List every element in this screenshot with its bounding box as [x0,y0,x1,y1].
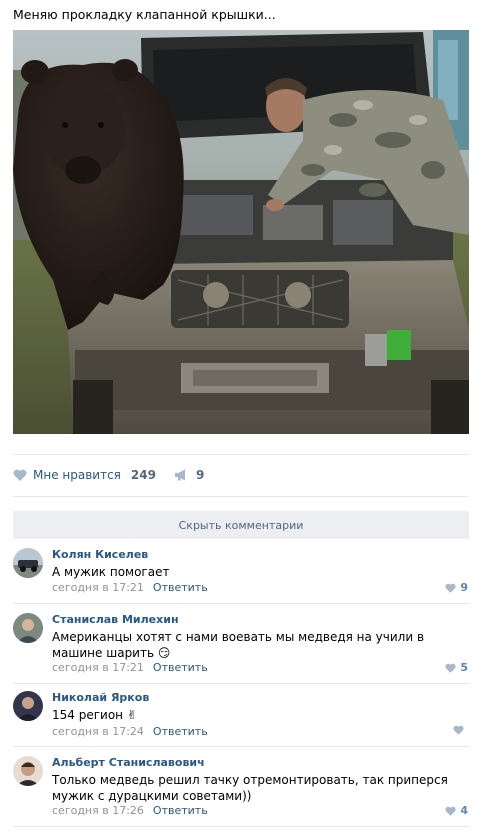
comment-meta: сегодня в 17:21 Ответить [52,581,208,594]
share-button[interactable]: 9 [174,468,204,482]
avatar-person-image [13,613,43,643]
photo-bear-mechanic-image [13,30,469,434]
smirk-emoji-icon: 😏 [157,646,171,660]
comment-author[interactable]: Альберт Станиславович [52,756,205,769]
hide-comments-button[interactable]: Скрыть комментарии [13,511,469,539]
comment-time: сегодня в 17:21 [52,581,144,594]
comment-item: Станислав Милехин Американцы хотят с нам… [13,613,469,683]
like-label: Мне нравится [33,468,121,482]
comment-like-button[interactable]: 9 [445,581,468,594]
comment-text: А мужик помогает [52,565,170,579]
separator [13,826,469,827]
avatar[interactable] [13,613,43,643]
heart-icon [445,583,456,593]
separator [13,454,469,455]
comment-item: Николай Ярков 154 регион ✌ сегодня в 17:… [13,691,469,747]
comment-like-button[interactable] [453,725,468,735]
comment-author[interactable]: Станислав Милехин [52,613,179,626]
reply-button[interactable]: Ответить [153,804,208,817]
heart-icon [13,469,27,481]
separator [13,603,469,604]
comment-meta: сегодня в 17:24 Ответить [52,725,208,738]
avatar[interactable] [13,756,43,786]
post-text: Меняю прокладку клапанной крышки... [13,7,276,22]
separator [13,683,469,684]
separator [13,496,469,497]
comment-text-body: 154 регион [52,708,124,722]
heart-icon [445,806,456,816]
comment-time: сегодня в 17:26 [52,804,144,817]
comment-meta: сегодня в 17:26 Ответить [52,804,208,817]
comment-like-button[interactable]: 5 [445,661,468,674]
share-count: 9 [195,468,205,482]
comment-like-count: 4 [460,804,468,817]
avatar[interactable] [13,548,43,578]
comment-time: сегодня в 17:21 [52,661,144,674]
reply-button[interactable]: Ответить [153,661,208,674]
comment-item: Альберт Станиславович Только медведь реш… [13,756,469,826]
comment-text: 154 регион ✌ [52,707,464,723]
avatar-person-image [13,756,43,786]
comment-text-body: Американцы хотят с нами воевать мы медве… [52,630,425,660]
post-photo[interactable] [13,30,469,434]
heart-icon [445,663,456,673]
comment-text: Только медведь решил тачку отремонтирова… [52,773,448,803]
comment-meta: сегодня в 17:21 Ответить [52,661,208,674]
reply-button[interactable]: Ответить [153,725,208,738]
comment-author[interactable]: Николай Ярков [52,691,149,704]
comment-like-count: 9 [460,581,468,594]
reply-button[interactable]: Ответить [153,581,208,594]
comment-like-count: 5 [460,661,468,674]
like-count: 249 [130,468,156,482]
like-button[interactable]: Мне нравится 249 [13,468,156,482]
avatar[interactable] [13,691,43,721]
comment-text: Американцы хотят с нами воевать мы медве… [52,629,464,661]
comment-item: Колян Киселев А мужик помогает сегодня в… [13,548,469,604]
comment-like-button[interactable]: 4 [445,804,468,817]
comment-time: сегодня в 17:24 [52,725,144,738]
victory-hand-emoji-icon: ✌ [126,708,137,722]
avatar-car-image [13,548,43,578]
comment-author[interactable]: Колян Киселев [52,548,148,561]
megaphone-icon [174,469,185,481]
avatar-person-image [13,691,43,721]
heart-icon [453,725,464,735]
post-actions: Мне нравится 249 9 [13,460,204,490]
separator [13,746,469,747]
